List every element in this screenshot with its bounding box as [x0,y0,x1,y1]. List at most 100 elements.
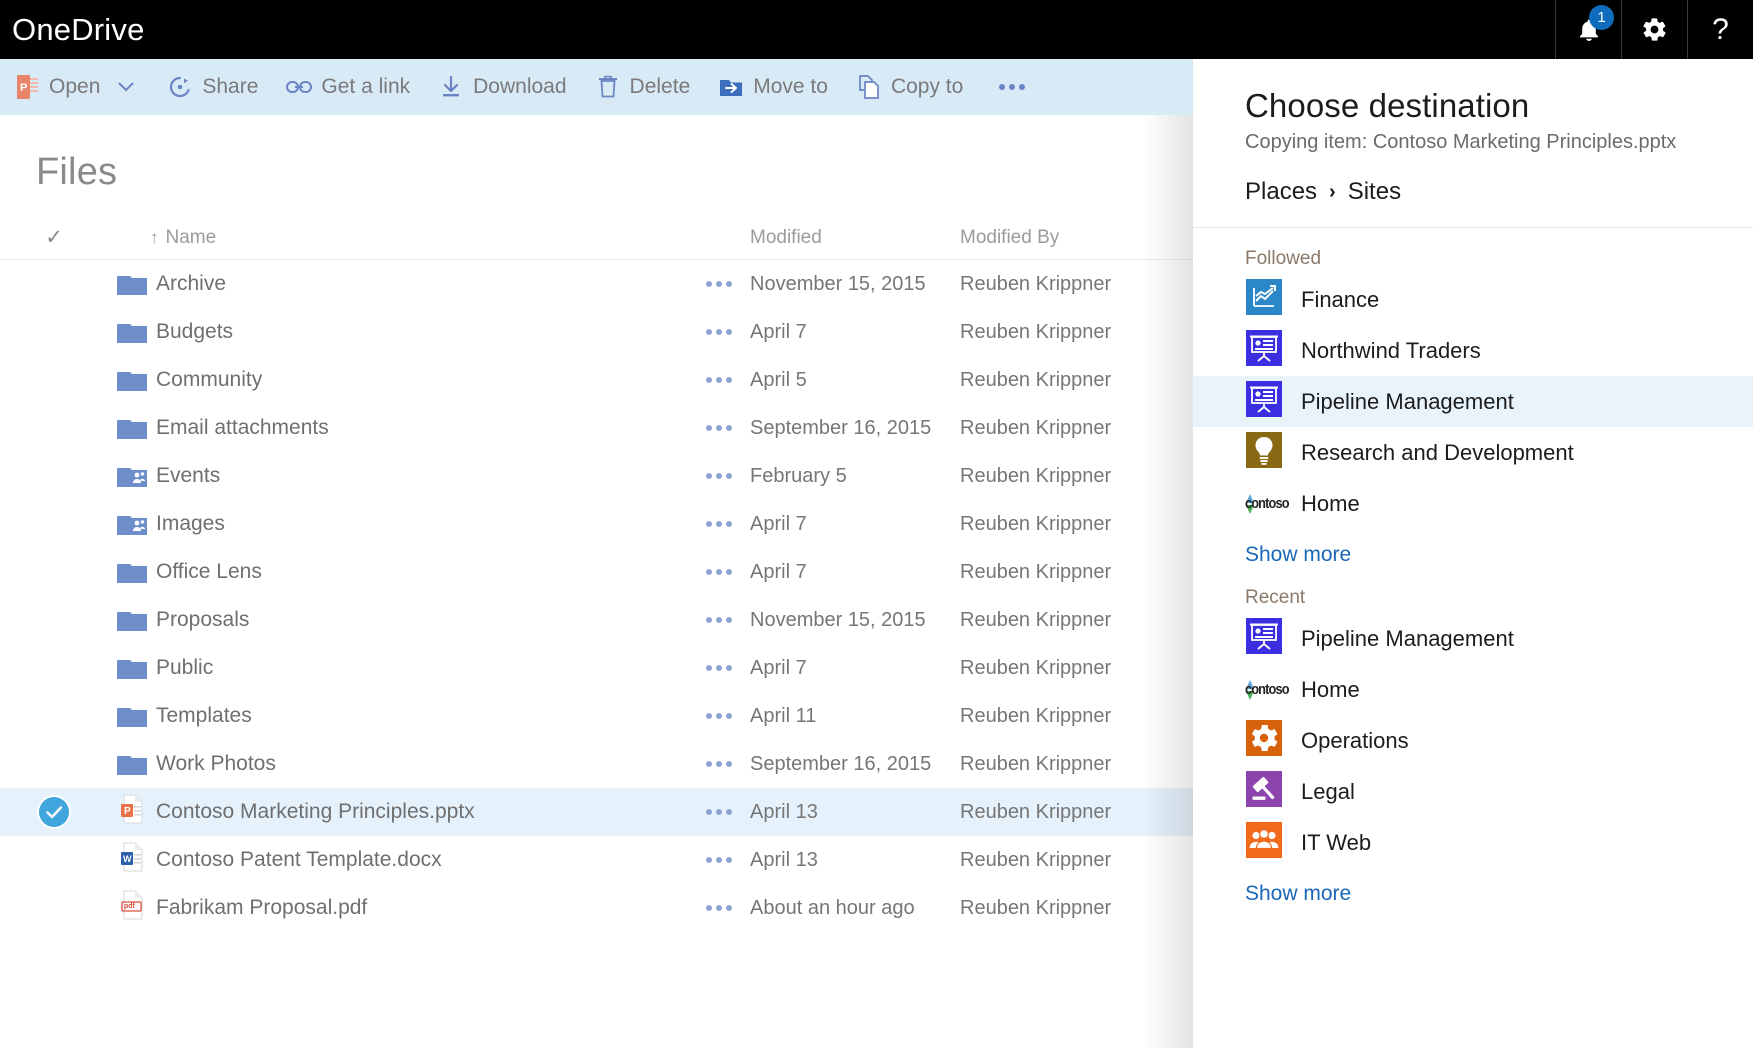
file-name[interactable]: Events [156,464,220,487]
dot [1019,84,1025,90]
table-row[interactable]: BudgetsApril 7Reuben Krippner [0,308,1193,356]
file-name[interactable]: Proposals [156,608,249,631]
file-name[interactable]: Office Lens [156,560,262,583]
table-row[interactable]: ProposalsNovember 15, 2015Reuben Krippne… [0,596,1193,644]
row-more-actions-button[interactable] [688,425,750,431]
column-header-name-label: Name [166,227,217,248]
row-more-actions-button[interactable] [688,713,750,719]
people-site-icon [1246,822,1282,863]
presentation-site-icon [1246,381,1282,422]
file-name[interactable]: Images [156,512,225,535]
file-name[interactable]: Templates [156,704,252,727]
table-row[interactable]: CommunityApril 5Reuben Krippner [0,356,1193,404]
file-name[interactable]: Public [156,656,213,679]
svg-text:P: P [20,82,27,94]
file-modified-by: Reuben Krippner [960,273,1111,295]
row-checkbox[interactable] [0,797,108,827]
table-row[interactable]: ArchiveNovember 15, 2015Reuben Krippner [0,260,1193,308]
row-file-icon: P [108,794,156,830]
notifications-button[interactable]: 1 [1555,0,1621,59]
folder-icon [117,465,147,487]
row-more-actions-button[interactable] [688,905,750,911]
site-item-northwind-traders[interactable]: Northwind Traders [1193,325,1753,376]
notification-count-badge: 1 [1589,5,1614,30]
onedrive-brand[interactable]: OneDrive [0,12,145,48]
table-row[interactable]: TemplatesApril 11Reuben Krippner [0,692,1193,740]
site-item-pipeline-management[interactable]: Pipeline Management [1193,376,1753,427]
file-name[interactable]: Contoso Patent Template.docx [156,848,442,871]
table-row[interactable]: ImagesApril 7Reuben Krippner [0,500,1193,548]
table-row[interactable]: Work PhotosSeptember 16, 2015Reuben Krip… [0,740,1193,788]
table-row[interactable]: EventsFebruary 5Reuben Krippner [0,452,1193,500]
row-file-icon [108,465,156,487]
table-row[interactable]: PublicApril 7Reuben Krippner [0,644,1193,692]
site-item-legal[interactable]: Legal [1193,766,1753,817]
suite-header: OneDrive 1 ? [0,0,1753,59]
row-more-actions-button[interactable] [688,569,750,575]
site-item-home[interactable]: contosoHome [1193,664,1753,715]
breadcrumb: Places › Sites [1193,154,1753,206]
file-name[interactable]: Community [156,368,262,391]
column-header-modified[interactable]: Modified [750,227,960,249]
file-modified: September 16, 2015 [750,417,931,439]
file-name[interactable]: Email attachments [156,416,329,439]
site-item-research-and-development[interactable]: Research and Development [1193,427,1753,478]
file-name[interactable]: Contoso Marketing Principles.pptx [156,800,475,823]
breadcrumb-places[interactable]: Places [1245,178,1317,206]
select-all-checkbox[interactable]: ✓ [0,225,108,250]
folder-icon [117,321,147,343]
site-item-it-web[interactable]: IT Web [1193,817,1753,868]
table-row[interactable]: Office LensApril 7Reuben Krippner [0,548,1193,596]
download-button[interactable]: Download [424,59,580,115]
row-more-actions-button[interactable] [688,377,750,383]
delete-button[interactable]: Delete [581,59,705,115]
file-name[interactable]: Budgets [156,320,233,343]
lightbulb-site-icon [1246,432,1282,473]
copy-to-button[interactable]: Copy to [842,59,977,115]
row-more-actions-button[interactable] [688,809,750,815]
site-item-home[interactable]: contosoHome [1193,478,1753,529]
row-more-actions-button[interactable] [688,281,750,287]
open-button[interactable]: P Open [0,59,153,115]
site-item-label: Home [1301,677,1360,703]
row-more-actions-button[interactable] [688,521,750,527]
get-a-link-button[interactable]: Get a link [272,59,424,115]
column-header-name[interactable]: ↑Name [108,227,688,249]
move-to-button[interactable]: Move to [704,59,842,115]
site-item-pipeline-management[interactable]: Pipeline Management [1193,613,1753,664]
table-row[interactable]: Email attachmentsSeptember 16, 2015Reube… [0,404,1193,452]
row-more-actions-button[interactable] [688,857,750,863]
column-header-modified-by[interactable]: Modified By [960,227,1193,249]
row-more-actions-button[interactable] [688,329,750,335]
row-more-actions-button[interactable] [688,665,750,671]
file-modified: February 5 [750,465,847,487]
site-item-label: Legal [1301,779,1355,805]
breadcrumb-sites[interactable]: Sites [1348,178,1401,206]
site-item-operations[interactable]: Operations [1193,715,1753,766]
site-item-finance[interactable]: Finance [1193,274,1753,325]
file-modified: April 11 [750,705,816,727]
page-title: Files [0,115,1193,194]
row-more-actions-button[interactable] [688,761,750,767]
table-row[interactable]: pdfFabrikam Proposal.pdfAbout an hour ag… [0,884,1193,932]
onedrive-app: OneDrive 1 ? [0,0,1753,1048]
site-item-label: Northwind Traders [1301,338,1481,364]
settings-button[interactable] [1621,0,1687,59]
download-icon [438,74,464,100]
share-button[interactable]: Share [153,59,272,115]
recent-show-more-link[interactable]: Show more [1193,868,1753,906]
row-more-actions-button[interactable] [688,617,750,623]
more-commands-button[interactable] [977,59,1047,115]
followed-show-more-link[interactable]: Show more [1193,529,1753,567]
shared-indicator-icon [132,467,146,481]
file-name[interactable]: Fabrikam Proposal.pdf [156,896,367,919]
table-row[interactable]: PContoso Marketing Principles.pptxApril … [0,788,1193,836]
table-row[interactable]: WContoso Patent Template.docxApril 13Reu… [0,836,1193,884]
file-modified-by: Reuben Krippner [960,849,1111,871]
recent-group-label: Recent [1193,567,1753,613]
folder-icon [117,369,147,391]
file-name[interactable]: Work Photos [156,752,276,775]
help-button[interactable]: ? [1687,0,1753,59]
row-more-actions-button[interactable] [688,473,750,479]
file-name[interactable]: Archive [156,272,226,295]
